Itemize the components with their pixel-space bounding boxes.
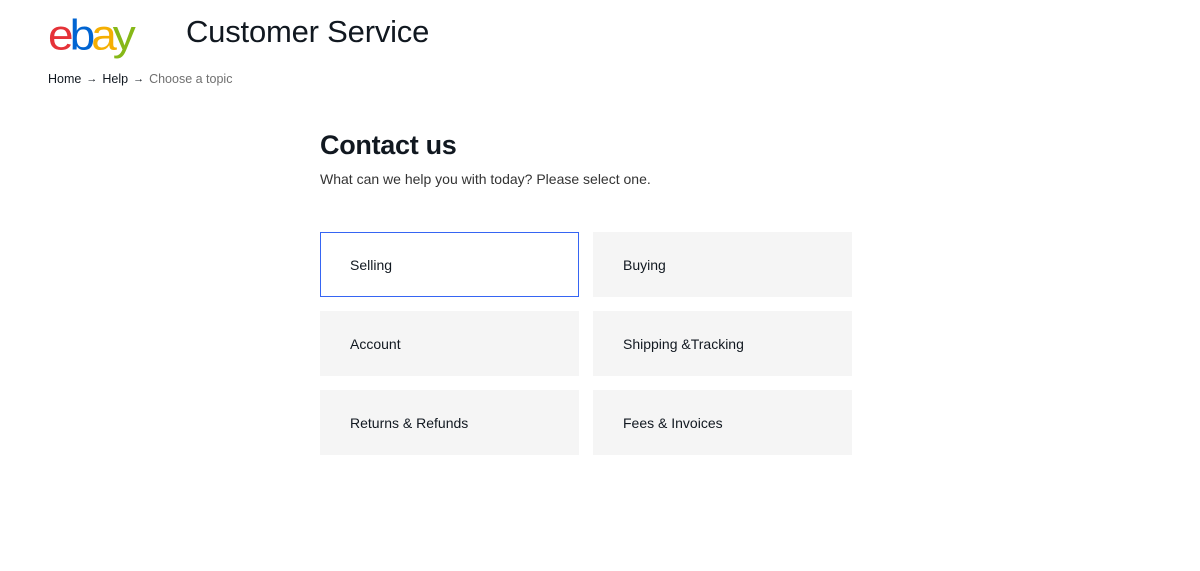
contact-heading: Contact us — [320, 130, 457, 160]
topic-fees-invoices-button[interactable]: Fees & Invoices — [593, 390, 852, 455]
logo-letter-a: a — [91, 11, 117, 59]
breadcrumb-home-link[interactable]: Home — [48, 72, 81, 86]
topic-grid: Selling Buying Account Shipping &Trackin… — [320, 232, 852, 455]
arrow-right-icon: → — [86, 73, 98, 85]
breadcrumb: Home → Help → Choose a topic — [48, 72, 232, 86]
topic-returns-refunds-button[interactable]: Returns & Refunds — [320, 390, 579, 455]
topic-account-button[interactable]: Account — [320, 311, 579, 376]
contact-section: Contact us What can we help you with tod… — [320, 130, 860, 187]
ebay-logo[interactable]: e b a y — [48, 11, 136, 59]
breadcrumb-current: Choose a topic — [149, 72, 233, 86]
topic-selling-button[interactable]: Selling — [320, 232, 579, 297]
contact-subtitle: What can we help you with today? Please … — [320, 171, 651, 187]
logo-letter-e: e — [48, 11, 74, 59]
page-title: Customer Service — [186, 14, 430, 49]
arrow-right-icon: → — [133, 73, 145, 85]
logo-letter-y: y — [112, 11, 136, 59]
topic-shipping-tracking-button[interactable]: Shipping &Tracking — [593, 311, 852, 376]
logo-letter-b: b — [69, 11, 96, 59]
breadcrumb-help-link[interactable]: Help — [102, 72, 128, 86]
header: e b a y Customer Service — [48, 10, 429, 60]
topic-buying-button[interactable]: Buying — [593, 232, 852, 297]
